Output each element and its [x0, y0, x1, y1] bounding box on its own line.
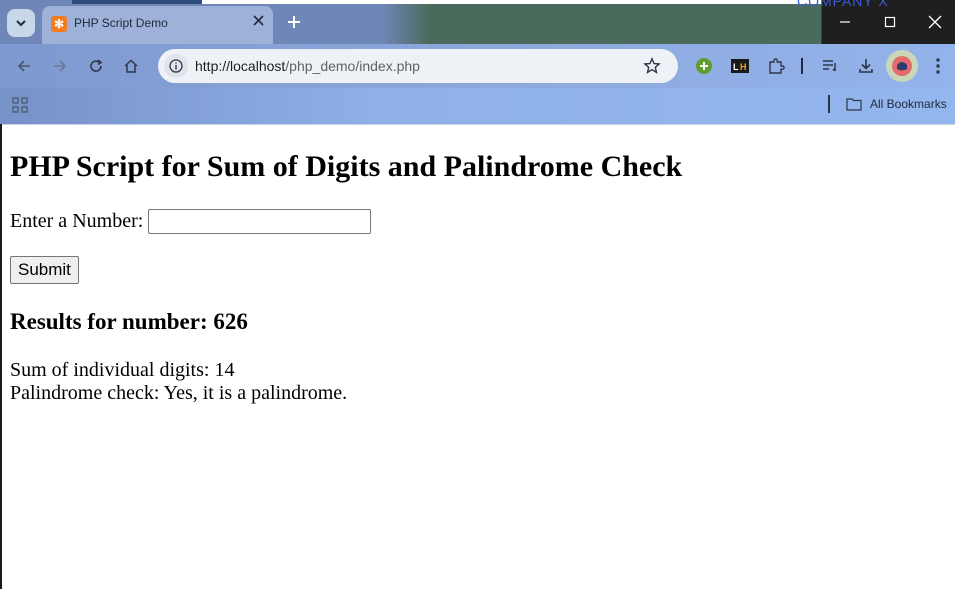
home-button[interactable]: [119, 54, 143, 78]
sum-result: Sum of individual digits: 14: [10, 359, 235, 381]
all-bookmarks-link[interactable]: All Bookmarks: [870, 97, 947, 111]
profile-avatar-icon: [892, 56, 912, 76]
more-vert-icon: [936, 58, 940, 74]
xampp-favicon-icon: ✻: [51, 16, 67, 32]
more-menu-button[interactable]: [926, 54, 950, 78]
tab-search-button[interactable]: [7, 9, 35, 37]
url-host: http://localhost: [195, 58, 286, 74]
reading-list-button[interactable]: [818, 54, 842, 78]
tab-title: PHP Script Demo: [74, 16, 168, 30]
green-plus-extension-icon: [696, 58, 712, 74]
lighthouse-extension[interactable]: LH: [728, 54, 752, 78]
maximize-icon: [884, 16, 896, 28]
back-arrow-icon: [17, 60, 30, 72]
submit-button[interactable]: Submit: [10, 256, 79, 284]
puzzle-icon: [769, 58, 785, 74]
forward-arrow-icon: [54, 60, 67, 72]
star-icon[interactable]: [643, 57, 661, 75]
window-close-button[interactable]: [913, 0, 955, 44]
home-icon: [124, 59, 138, 73]
window-left-edge: [0, 124, 2, 589]
info-icon: [169, 59, 183, 73]
minimize-button[interactable]: [823, 0, 867, 44]
plus-icon[interactable]: [283, 11, 305, 33]
results-heading: Results for number: 626: [10, 309, 248, 334]
background-window-strip: [72, 0, 822, 4]
toolbar-separator: [801, 58, 803, 74]
address-bar[interactable]: http://localhost/php_demo/index.php: [158, 49, 678, 83]
bookmarks-separator: [828, 95, 830, 113]
window-close-icon: [928, 15, 942, 29]
site-info-button[interactable]: [164, 54, 188, 78]
extensions-button[interactable]: [764, 54, 788, 78]
reload-button[interactable]: [84, 54, 108, 78]
number-input[interactable]: [148, 209, 372, 234]
back-button[interactable]: [12, 54, 36, 78]
apps-grid-icon[interactable]: [12, 97, 28, 113]
downloads-button[interactable]: [854, 54, 878, 78]
reload-icon: [90, 59, 103, 72]
svg-text:L: L: [733, 62, 739, 72]
lighthouse-extension-icon: LH: [731, 59, 749, 73]
tab-search-icon: [16, 20, 26, 27]
maximize-button[interactable]: [868, 0, 912, 44]
page-content: PHP Script for Sum of Digits and Palindr…: [10, 124, 945, 405]
browser-toolbar: http://localhost/php_demo/index.php LH: [0, 44, 955, 88]
page-title: PHP Script for Sum of Digits and Palindr…: [10, 150, 683, 183]
url-text[interactable]: http://localhost/php_demo/index.php: [195, 58, 420, 74]
minimize-icon: [840, 21, 850, 23]
reading-list-icon: [823, 60, 836, 72]
number-form-row: Enter a Number:: [10, 209, 945, 234]
palindrome-result: Palindrome check: Yes, it is a palindrom…: [10, 382, 348, 404]
bookmarks-bar: All Bookmarks: [0, 88, 955, 125]
svg-text:H: H: [740, 62, 747, 72]
folder-icon[interactable]: [846, 97, 862, 111]
url-path: /php_demo/index.php: [285, 58, 420, 74]
green-plus-extension[interactable]: [692, 54, 716, 78]
download-icon: [859, 59, 873, 73]
profile-button[interactable]: [886, 50, 918, 82]
number-label: Enter a Number:: [10, 210, 144, 232]
title-bar: COMPANY X ✻ PHP Script Demo: [0, 0, 955, 44]
tab-php-script-demo[interactable]: ✻ PHP Script Demo: [42, 6, 273, 44]
close-icon[interactable]: [250, 12, 268, 30]
forward-button[interactable]: [48, 54, 72, 78]
